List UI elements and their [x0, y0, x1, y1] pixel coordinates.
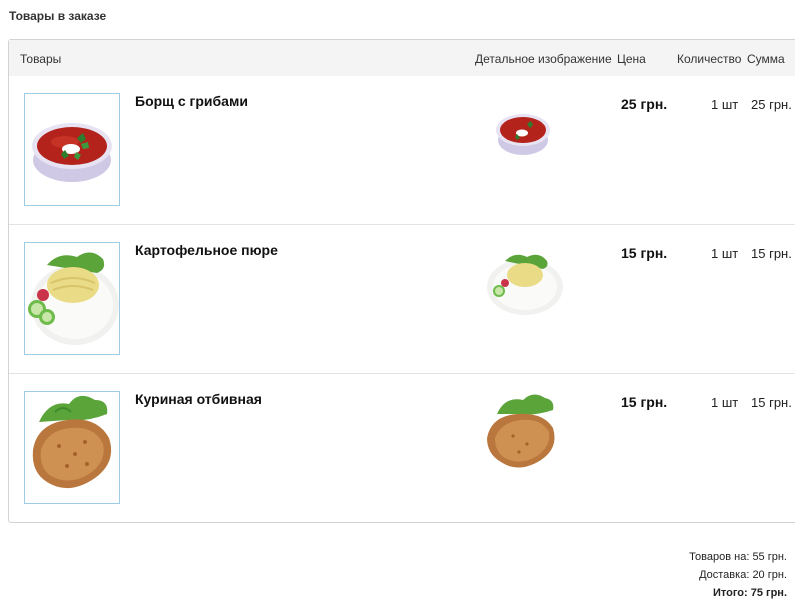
item-price: 25 грн.	[621, 96, 668, 112]
item-price: 15 грн.	[621, 394, 668, 410]
column-header-detail-image: Детальное изображение	[475, 52, 612, 66]
goods-total-line: Товаров на: 55 грн.	[689, 548, 787, 566]
item-sum: 25 грн.	[751, 97, 792, 112]
chicken-cutlet-thumbnail[interactable]	[24, 391, 120, 504]
mashed-potatoes-image	[28, 252, 119, 345]
chicken-cutlet-detail-image	[477, 392, 569, 472]
borscht-detail-image	[477, 94, 569, 174]
table-header: Товары Детальное изображение Цена Количе…	[9, 40, 795, 76]
item-name-link[interactable]: Куриная отбивная	[135, 391, 262, 407]
grand-total-value: 75 грн.	[750, 587, 787, 599]
item-quantity: 1 шт	[711, 395, 739, 410]
goods-total-value: 55 грн.	[752, 551, 787, 563]
borscht-thumbnail[interactable]	[24, 93, 120, 206]
grand-total-label: Итого:	[712, 587, 748, 599]
table-row: Борщ с грибами 25 грн. 1 шт 25 грн.	[9, 76, 795, 225]
goods-total-label: Товаров на:	[689, 551, 750, 563]
column-header-sum: Сумма	[747, 52, 785, 66]
delivery-label: Доставка:	[699, 569, 750, 581]
borscht-image	[32, 123, 112, 182]
delivery-line: Доставка: 20 грн.	[689, 566, 787, 584]
column-header-goods: Товары	[20, 52, 62, 66]
order-table: Товары Детальное изображение Цена Количе…	[8, 39, 795, 523]
item-quantity: 1 шт	[711, 97, 739, 112]
item-sum: 15 грн.	[751, 246, 792, 261]
section-title: Товары в заказе	[9, 9, 107, 23]
chicken-cutlet-image	[32, 395, 112, 489]
item-name-link[interactable]: Борщ с грибами	[135, 93, 248, 109]
mashed-potatoes-detail-image	[477, 243, 569, 323]
column-header-price: Цена	[617, 52, 646, 66]
item-name-link[interactable]: Картофельное пюре	[135, 242, 278, 258]
order-totals: Товаров на: 55 грн. Доставка: 20 грн. Ит…	[689, 548, 787, 599]
item-price: 15 грн.	[621, 245, 668, 261]
item-sum: 15 грн.	[751, 395, 792, 410]
delivery-value: 20 грн.	[752, 569, 787, 581]
table-row: Куриная отбивная 15 грн. 1 шт 15 грн.	[9, 374, 795, 523]
item-quantity: 1 шт	[711, 246, 739, 261]
table-row: Картофельное пюре 15 грн. 1 шт 15 грн.	[9, 225, 795, 374]
column-header-quantity: Количество	[677, 52, 742, 66]
grand-total-line: Итого: 75 грн.	[689, 584, 787, 599]
mashed-potatoes-thumbnail[interactable]	[24, 242, 120, 355]
